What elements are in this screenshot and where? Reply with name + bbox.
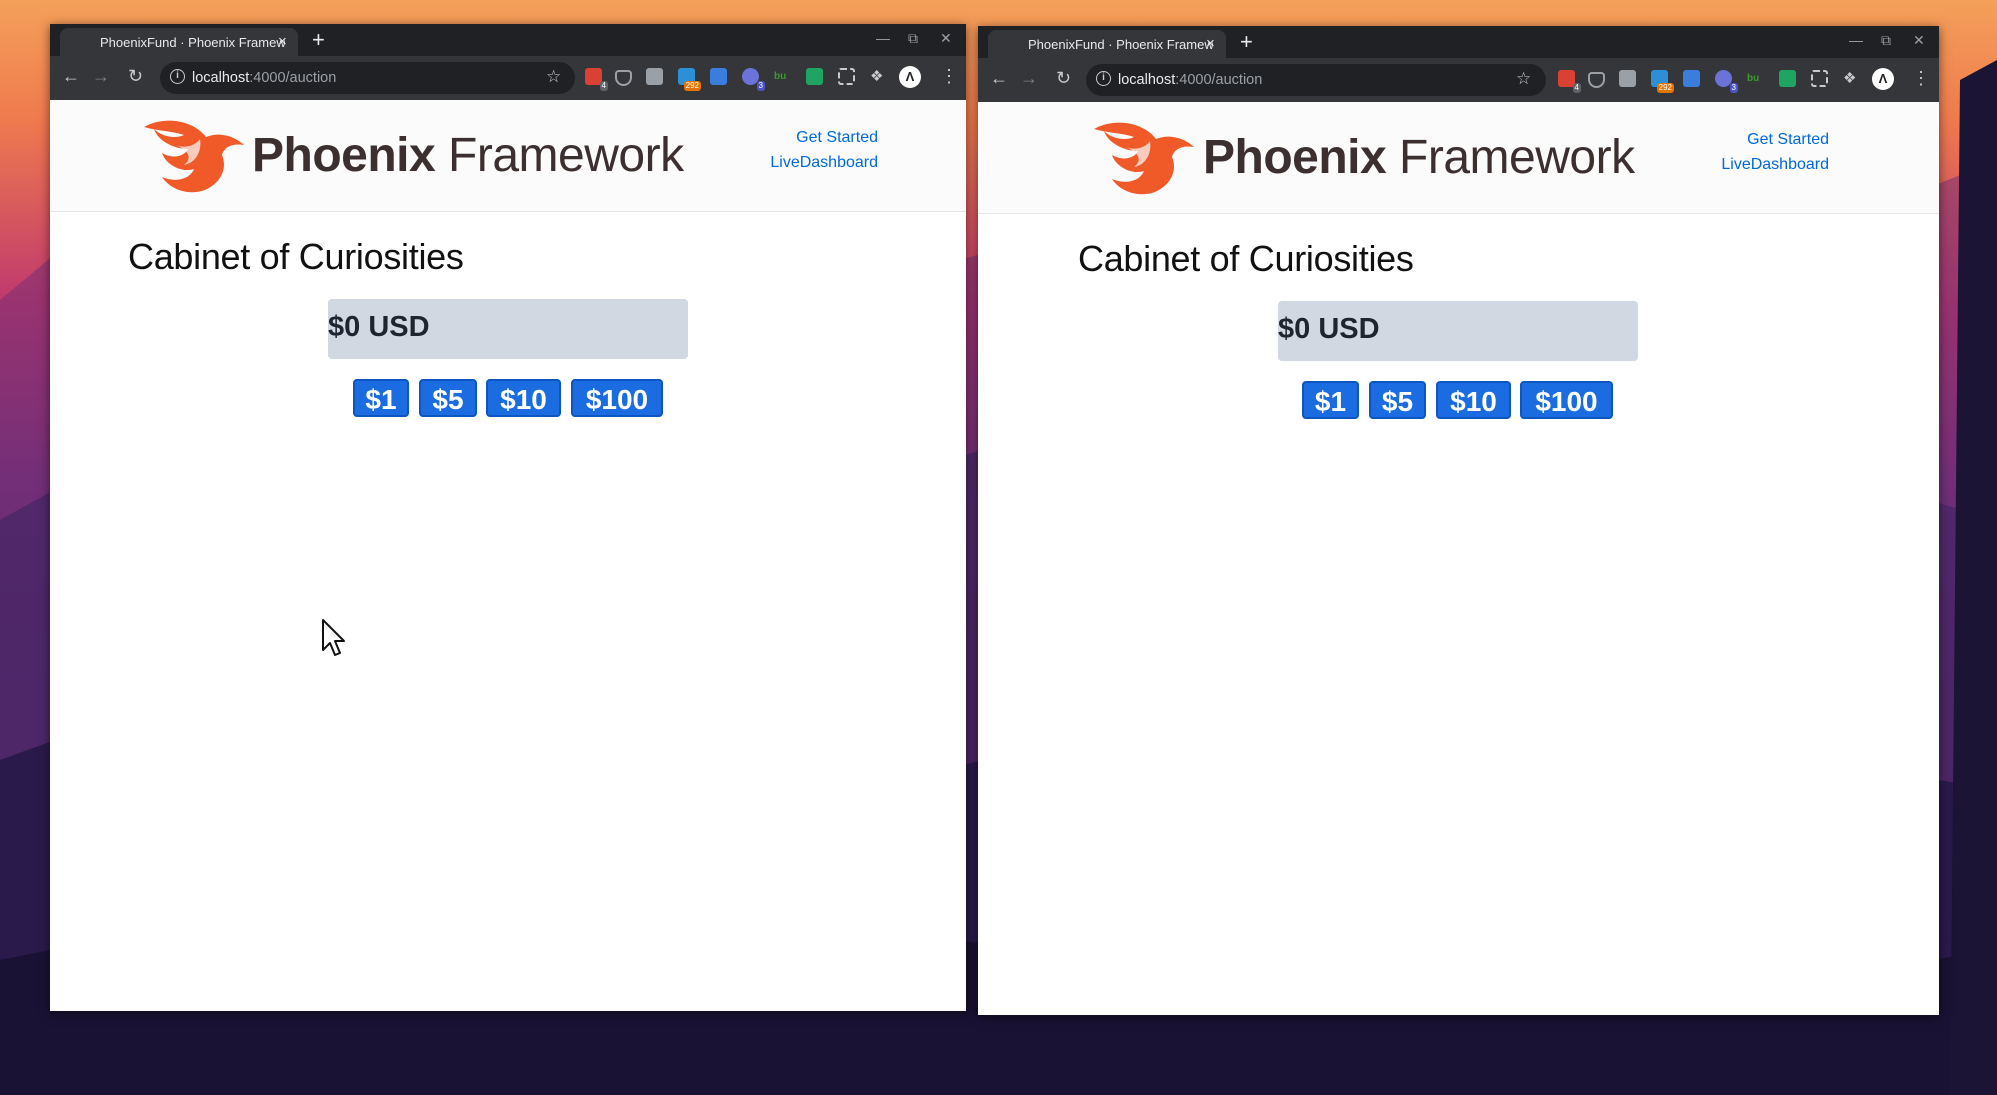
bid-10-button[interactable]: $10	[1436, 381, 1511, 419]
site-info-icon[interactable]: i	[170, 69, 185, 84]
bid-1-button[interactable]: $1	[1302, 381, 1359, 419]
get-started-link[interactable]: Get Started	[1747, 131, 1829, 149]
site-header: Phoenix Framework Get Started LiveDashbo…	[50, 100, 966, 212]
current-bid-amount: $0 USD	[1278, 301, 1638, 361]
site-info-icon[interactable]: i	[1096, 71, 1111, 86]
new-tab-button[interactable]: +	[312, 28, 325, 52]
bid-100-button[interactable]: $100	[571, 379, 663, 417]
extension-badge: 4	[599, 81, 608, 91]
bid-10-button[interactable]: $10	[486, 379, 561, 417]
page-title: Cabinet of Curiosities	[1078, 238, 1414, 279]
extension-badge: 292	[683, 81, 701, 91]
url-host: localhost	[1118, 72, 1176, 88]
todoist-extension-icon[interactable]: 4	[1558, 70, 1581, 93]
close-window-icon[interactable]: ✕	[940, 30, 952, 47]
weather-extension-icon[interactable]: 292	[678, 68, 701, 91]
livedashboard-link[interactable]: LiveDashboard	[770, 154, 878, 172]
bid-5-button[interactable]: $5	[1369, 381, 1426, 419]
extension-badge: 3	[1729, 83, 1738, 93]
screenshot-extension-icon[interactable]	[1811, 70, 1828, 87]
todoist-extension-icon[interactable]: 4	[585, 68, 608, 91]
minimize-icon[interactable]: —	[876, 30, 890, 46]
phoenix-logo-icon	[1094, 122, 1194, 195]
profile-avatar[interactable]: Λ	[1872, 68, 1894, 90]
weather-extension-icon[interactable]: 292	[1651, 70, 1674, 93]
forward-icon[interactable]: →	[1020, 68, 1038, 88]
grammar-extension-icon[interactable]: bu	[1747, 70, 1764, 87]
site-header: Phoenix Framework Get Started LiveDashbo…	[978, 102, 1939, 214]
extension-badge: 3	[756, 81, 765, 91]
back-icon[interactable]: ←	[990, 68, 1008, 88]
tab-title: PhoenixFund · Phoenix Framework	[1028, 37, 1213, 52]
calendar-extension-icon[interactable]	[710, 68, 727, 85]
url-path: :4000/auction	[1175, 72, 1263, 88]
extensions-puzzle-icon[interactable]: ❖	[1843, 70, 1860, 87]
back-icon[interactable]: ←	[62, 66, 80, 86]
restore-icon[interactable]: ⧉	[908, 30, 918, 47]
browser-tab[interactable]: PhoenixFund · Phoenix Framework ×	[988, 30, 1226, 58]
logo-wordmark: Phoenix Framework	[1203, 130, 1635, 185]
gear-extension-icon[interactable]: 3	[742, 68, 765, 91]
restore-icon[interactable]: ⧉	[1881, 32, 1891, 49]
url-text: localhost:4000/auction	[1118, 72, 1262, 88]
tab-strip: PhoenixFund · Phoenix Framework × + — ⧉ …	[978, 26, 1939, 58]
green-square-extension-icon[interactable]	[806, 68, 823, 85]
browser-toolbar: ← → ↻ i localhost:4000/auction ☆ 4 292 3…	[50, 56, 966, 100]
grammar-extension-icon[interactable]: bu	[774, 68, 791, 85]
extension-badge: 292	[1656, 83, 1674, 93]
logo-light-text: Framework	[1386, 131, 1635, 184]
browser-toolbar: ← → ↻ i localhost:4000/auction ☆ 4 292 3…	[978, 58, 1939, 102]
tab-strip: PhoenixFund · Phoenix Framework × + — ⧉ …	[50, 24, 966, 56]
bid-100-button[interactable]: $100	[1520, 381, 1613, 419]
web-page: Phoenix Framework Get Started LiveDashbo…	[978, 102, 1939, 1015]
screenshot-extension-icon[interactable]	[838, 68, 855, 85]
web-page: Phoenix Framework Get Started LiveDashbo…	[50, 100, 966, 1011]
bookmark-star-icon[interactable]: ☆	[1516, 69, 1531, 89]
logo-bold-text: Phoenix	[1203, 131, 1387, 184]
browser-window-left: PhoenixFund · Phoenix Framework × + — ⧉ …	[50, 24, 966, 1011]
bookmark-star-icon[interactable]: ☆	[546, 67, 561, 87]
green-square-extension-icon[interactable]	[1779, 70, 1796, 87]
forward-icon[interactable]: →	[92, 66, 110, 86]
extensions-puzzle-icon[interactable]: ❖	[870, 68, 887, 85]
mouse-cursor-icon	[322, 619, 345, 656]
gear-extension-icon[interactable]: 3	[1715, 70, 1738, 93]
browser-tab[interactable]: PhoenixFund · Phoenix Framework ×	[60, 28, 298, 56]
hypothesis-extension-icon[interactable]	[646, 68, 663, 85]
new-tab-button[interactable]: +	[1240, 30, 1253, 54]
logo-wordmark: Phoenix Framework	[252, 128, 684, 183]
address-bar[interactable]: i localhost:4000/auction ☆	[1086, 64, 1546, 96]
logo-bold-text: Phoenix	[252, 129, 436, 182]
livedashboard-link[interactable]: LiveDashboard	[1721, 156, 1829, 174]
browser-menu-icon[interactable]: ⋮	[1912, 68, 1930, 89]
hypothesis-extension-icon[interactable]	[1619, 70, 1636, 87]
browser-window-right: PhoenixFund · Phoenix Framework × + — ⧉ …	[978, 26, 1939, 1015]
close-window-icon[interactable]: ✕	[1913, 32, 1925, 49]
pocket-extension-icon[interactable]	[615, 70, 632, 86]
tab-close-icon[interactable]: ×	[278, 33, 287, 50]
url-path: :4000/auction	[249, 70, 337, 86]
url-text: localhost:4000/auction	[192, 70, 336, 86]
calendar-extension-icon[interactable]	[1683, 70, 1700, 87]
profile-avatar[interactable]: Λ	[899, 66, 921, 88]
phoenix-logo-icon	[144, 120, 244, 193]
minimize-icon[interactable]: —	[1849, 32, 1863, 48]
tab-close-icon[interactable]: ×	[1206, 35, 1215, 52]
address-bar[interactable]: i localhost:4000/auction ☆	[160, 62, 575, 94]
logo-light-text: Framework	[435, 129, 684, 182]
bid-5-button[interactable]: $5	[419, 379, 477, 417]
get-started-link[interactable]: Get Started	[796, 129, 878, 147]
extension-badge: 4	[1572, 83, 1581, 93]
browser-menu-icon[interactable]: ⋮	[940, 66, 958, 87]
pocket-extension-icon[interactable]	[1588, 72, 1605, 88]
bid-1-button[interactable]: $1	[353, 379, 409, 417]
reload-icon[interactable]: ↻	[128, 66, 143, 86]
page-title: Cabinet of Curiosities	[128, 236, 464, 277]
current-bid-amount: $0 USD	[328, 299, 688, 359]
tab-title: PhoenixFund · Phoenix Framework	[100, 35, 285, 50]
reload-icon[interactable]: ↻	[1056, 68, 1071, 88]
url-host: localhost	[192, 70, 250, 86]
